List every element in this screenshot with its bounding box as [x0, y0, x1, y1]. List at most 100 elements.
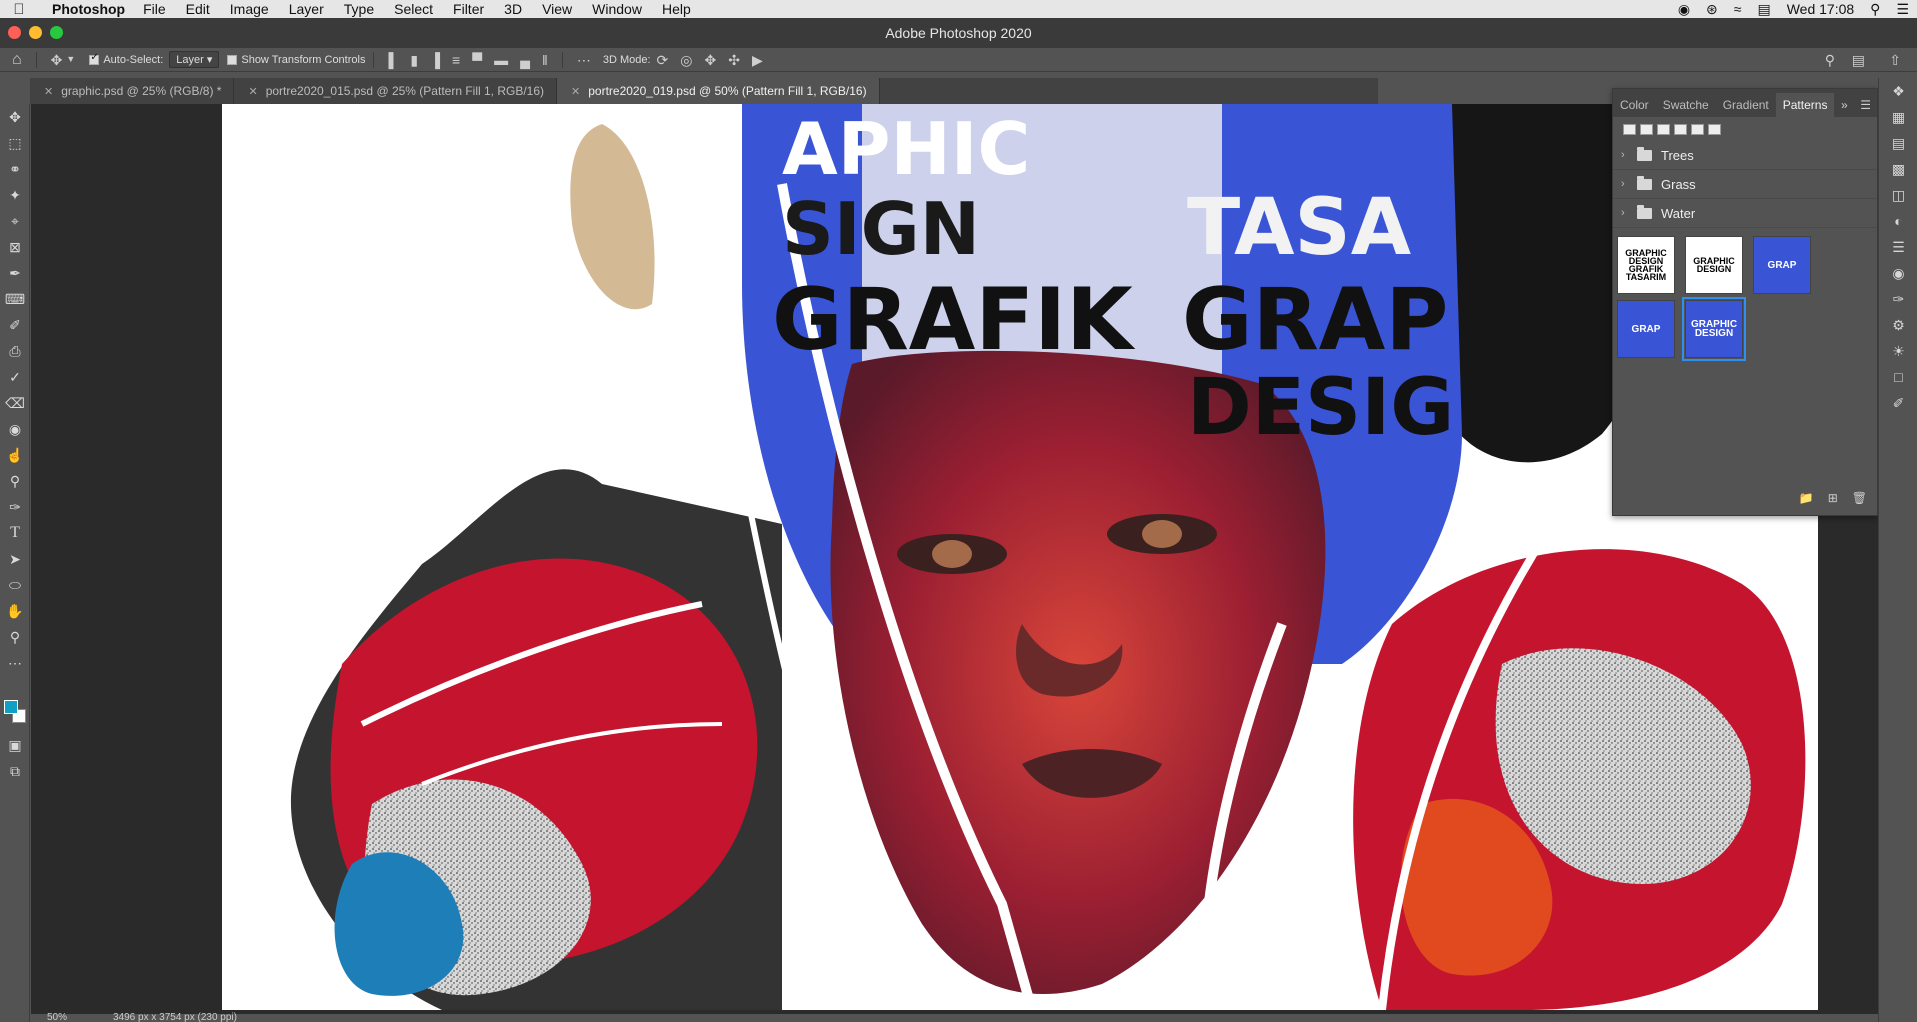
scale-3d-icon[interactable]: ▶ — [752, 53, 763, 67]
pattern-swatch[interactable]: GRAP — [1753, 236, 1811, 294]
edit-toolbar-icon[interactable]: ⋯ — [0, 650, 30, 676]
tab-color[interactable]: Color — [1613, 93, 1656, 117]
menu-edit[interactable]: Edit — [186, 1, 210, 17]
frame-tool-icon[interactable]: ⊠ — [0, 234, 30, 260]
close-tab-icon[interactable]: ✕ — [44, 85, 53, 98]
learn-icon[interactable]: ☀ — [1879, 338, 1917, 364]
pattern-swatch[interactable]: GRAP — [1617, 300, 1675, 358]
distribute-vertical-icon[interactable]: ‖ — [542, 53, 548, 67]
chevron-right-icon[interactable]: › — [1621, 149, 1635, 161]
orbit-3d-icon[interactable]: ⟳ — [657, 53, 669, 67]
zoom-tool-icon[interactable]: ⚲ — [0, 624, 30, 650]
type-tool-icon[interactable]: T — [0, 520, 30, 546]
brush-settings-icon[interactable]: ✐ — [1879, 390, 1917, 416]
more-options-icon[interactable]: ⋯ — [577, 53, 591, 67]
document-canvas[interactable]: APHIC SIGN GRAFIK GRAP DESIG TASA — [222, 104, 1818, 1010]
tab-portre2020-015[interactable]: ✕ portre2020_015.psd @ 25% (Pattern Fill… — [234, 78, 558, 104]
chevron-right-icon[interactable]: › — [1621, 178, 1635, 190]
3d-icon[interactable]: ❖ — [1879, 78, 1917, 104]
tab-swatches[interactable]: Swatche — [1656, 93, 1716, 117]
align-center-icon[interactable]: ▮ — [410, 53, 418, 67]
pattern-swatch[interactable]: GRAPHIC DESIGN — [1685, 236, 1743, 294]
character-icon[interactable]: □ — [1879, 364, 1917, 390]
align-bottom-icon[interactable]: ▄ — [520, 53, 530, 67]
roll-3d-icon[interactable]: ◎ — [680, 53, 692, 67]
recent-pattern-thumb[interactable] — [1708, 123, 1721, 135]
healing-brush-tool-icon[interactable]: ⌨ — [0, 286, 30, 312]
transform-controls-option[interactable]: Show Transform Controls — [227, 54, 365, 66]
apple-icon[interactable]:  — [0, 1, 38, 18]
quick-select-tool-icon[interactable]: ✦ — [0, 182, 30, 208]
eraser-tool-icon[interactable]: ⌫ — [0, 390, 30, 416]
patterns-icon[interactable]: ▩ — [1879, 156, 1917, 182]
move-tool-icon[interactable]: ✥ — [51, 53, 63, 67]
pattern-swatch[interactable]: GRAPHIC DESIGN GRAFIK TASARIM — [1617, 236, 1675, 294]
layers-icon[interactable]: ☰ — [1879, 234, 1917, 260]
properties-icon[interactable]: ⚙ — [1879, 312, 1917, 338]
recent-pattern-thumb[interactable] — [1623, 123, 1636, 135]
hand-tool-icon[interactable]: ✋ — [0, 598, 30, 624]
share-icon[interactable]: ⇧ — [1889, 53, 1901, 67]
chevron-right-icon[interactable]: › — [1621, 207, 1635, 219]
menubar-clock[interactable]: Wed 17:08 — [1787, 1, 1854, 17]
wifi-icon[interactable]: ≈ — [1734, 1, 1742, 17]
paint-bucket-tool-icon[interactable]: ◉ — [0, 416, 30, 442]
menu-layer[interactable]: Layer — [289, 1, 324, 17]
tab-gradients[interactable]: Gradient — [1716, 93, 1776, 117]
lasso-tool-icon[interactable]: ⚭ — [0, 156, 30, 182]
search-icon[interactable]: ⚲ — [1825, 53, 1835, 67]
align-left-icon[interactable]: ▌ — [388, 53, 398, 67]
transform-controls-checkbox[interactable] — [227, 54, 238, 65]
menu-file[interactable]: File — [143, 1, 166, 17]
auto-select-checkbox[interactable] — [89, 52, 100, 65]
recent-pattern-thumb[interactable] — [1657, 123, 1670, 135]
menu-select[interactable]: Select — [394, 1, 433, 17]
canvas-area[interactable]: APHIC SIGN GRAFIK GRAP DESIG TASA — [31, 104, 1878, 1014]
menu-view[interactable]: View — [542, 1, 572, 17]
new-pattern-icon[interactable]: ⊞ — [1828, 491, 1838, 505]
distribute-icon[interactable]: ≡ — [452, 53, 460, 67]
histogram-icon[interactable]: ▦ — [1879, 104, 1917, 130]
delete-icon[interactable]: 🗑 — [1852, 491, 1867, 505]
align-top-icon[interactable]: ▀ — [472, 53, 482, 67]
menu-filter[interactable]: Filter — [453, 1, 484, 17]
channels-icon[interactable]: ◉ — [1879, 260, 1917, 286]
app-name-menu[interactable]: Photoshop — [52, 1, 125, 17]
path-select-tool-icon[interactable]: ➤ — [0, 546, 30, 572]
slide-3d-icon[interactable]: ✣ — [728, 53, 740, 67]
tool-preset-chevron-icon[interactable]: ▼ — [66, 55, 75, 64]
navigator-icon[interactable]: ▤ — [1879, 130, 1917, 156]
pattern-group-grass[interactable]: › Grass — [1613, 170, 1877, 199]
tab-graphic[interactable]: ✕ graphic.psd @ 25% (RGB/8) * — [30, 78, 235, 104]
collapse-panel-icon[interactable]: » — [1841, 93, 1854, 117]
paths-icon[interactable]: ✑ — [1879, 286, 1917, 312]
menu-image[interactable]: Image — [230, 1, 269, 17]
creative-cloud-icon[interactable]: ◉ — [1678, 1, 1690, 18]
minimize-window-button[interactable] — [29, 26, 42, 39]
libraries-icon[interactable]: ◫ — [1879, 182, 1917, 208]
smudge-tool-icon[interactable]: ☝ — [0, 442, 30, 468]
menu-help[interactable]: Help — [662, 1, 691, 17]
pen-tool-icon[interactable]: ✑ — [0, 494, 30, 520]
zoom-level[interactable]: 50% — [47, 1012, 67, 1022]
foreground-color-swatch[interactable] — [4, 700, 18, 714]
menu-window[interactable]: Window — [592, 1, 642, 17]
dodge-tool-icon[interactable]: ⚲ — [0, 468, 30, 494]
pattern-swatch-selected[interactable]: GRAPHIC DESIGN — [1682, 297, 1746, 361]
control-center-icon[interactable]: ☰ — [1896, 1, 1909, 18]
recent-pattern-thumb[interactable] — [1640, 123, 1653, 135]
recent-pattern-thumb[interactable] — [1691, 123, 1704, 135]
brush-tool-icon[interactable]: ✐ — [0, 312, 30, 338]
shape-tool-icon[interactable]: ⬭ — [0, 572, 30, 598]
workspace-icon[interactable]: ▤ — [1852, 53, 1865, 67]
stamp-tool-icon[interactable]: ⎙ — [0, 338, 30, 364]
close-window-button[interactable] — [8, 26, 21, 39]
align-middle-icon[interactable]: ▬ — [494, 53, 508, 67]
eyedropper-tool-icon[interactable]: ✒ — [0, 260, 30, 286]
screen-mode-icon[interactable]: ⧉ — [0, 758, 30, 784]
close-tab-icon[interactable]: ✕ — [571, 85, 580, 98]
document-info[interactable]: 3496 px x 3754 px (230 ppi) — [113, 1012, 237, 1022]
marquee-tool-icon[interactable]: ⬚ — [0, 130, 30, 156]
adjustments-icon[interactable]: ◐ — [1879, 208, 1917, 234]
pattern-group-trees[interactable]: › Trees — [1613, 141, 1877, 170]
